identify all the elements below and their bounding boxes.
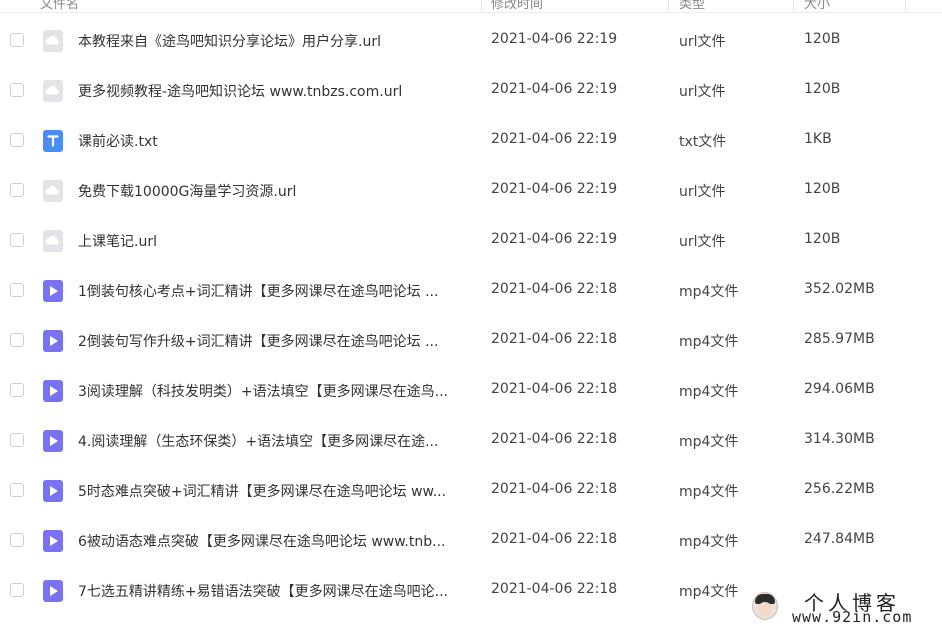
- row-checkbox[interactable]: [10, 283, 24, 297]
- url-file-icon: [43, 180, 63, 202]
- file-name[interactable]: 6被动语态难点突破【更多网课尽在途鸟吧论坛 www.tnb...: [78, 531, 473, 551]
- file-modified: 2021-04-06 22:19: [491, 31, 618, 47]
- row-checkbox[interactable]: [10, 533, 24, 547]
- video-file-icon: [43, 530, 63, 552]
- video-file-icon: [43, 480, 63, 502]
- file-name[interactable]: 1倒装句核心考点+词汇精讲【更多网课尽在途鸟吧论坛 ...: [78, 281, 473, 301]
- file-size: 285.97MB: [804, 331, 875, 347]
- file-row[interactable]: 本教程来自《途鸟吧知识分享论坛》用户分享.url 2021-04-06 22:19…: [0, 16, 942, 66]
- column-header-type[interactable]: 类型: [679, 0, 705, 12]
- file-name[interactable]: 更多视频教程-途鸟吧知识论坛 www.tnbzs.com.url: [78, 81, 473, 101]
- file-list-header: 文件名 修改时间 类型 大小: [0, 0, 942, 13]
- file-name[interactable]: 3阅读理解（科技发明类）+语法填空【更多网课尽在途鸟...: [78, 381, 473, 401]
- file-row[interactable]: 课前必读.txt 2021-04-06 22:19 txt文件 1KB: [0, 116, 942, 166]
- file-type: mp4文件: [679, 384, 739, 400]
- file-modified: 2021-04-06 22:19: [491, 231, 618, 247]
- column-divider: [668, 0, 669, 12]
- file-size: 120B: [804, 81, 841, 97]
- file-modified: 2021-04-06 22:18: [491, 331, 618, 347]
- file-type: txt文件: [679, 134, 727, 150]
- file-row[interactable]: 更多视频教程-途鸟吧知识论坛 www.tnbzs.com.url 2021-04-…: [0, 66, 942, 116]
- file-row[interactable]: 上课笔记.url 2021-04-06 22:19 url文件 120B: [0, 216, 942, 266]
- file-row[interactable]: 6被动语态难点突破【更多网课尽在途鸟吧论坛 www.tnb... 2021-04-…: [0, 516, 942, 566]
- file-row[interactable]: 5时态难点突破+词汇精讲【更多网课尽在途鸟吧论坛 ww... 2021-04-06…: [0, 466, 942, 516]
- file-modified: 2021-04-06 22:18: [491, 281, 618, 297]
- file-type: url文件: [679, 234, 726, 250]
- file-name[interactable]: 5时态难点突破+词汇精讲【更多网课尽在途鸟吧论坛 ww...: [78, 481, 473, 501]
- video-file-icon: [43, 580, 63, 602]
- file-size: 1KB: [804, 131, 832, 147]
- file-modified: 2021-04-06 22:18: [491, 531, 618, 547]
- row-checkbox[interactable]: [10, 583, 24, 597]
- url-file-icon: [43, 80, 63, 102]
- file-name[interactable]: 上课笔记.url: [78, 231, 473, 251]
- file-size: 294.06MB: [804, 381, 875, 397]
- file-modified: 2021-04-06 22:18: [491, 431, 618, 447]
- row-checkbox[interactable]: [10, 333, 24, 347]
- file-size: 247.84MB: [804, 531, 875, 547]
- file-row[interactable]: 3阅读理解（科技发明类）+语法填空【更多网课尽在途鸟... 2021-04-06 …: [0, 366, 942, 416]
- file-modified: 2021-04-06 22:18: [491, 581, 618, 597]
- file-name[interactable]: 7七选五精讲精练+易错语法突破【更多网课尽在途鸟吧论...: [78, 581, 473, 601]
- file-size: 256.22MB: [804, 481, 875, 497]
- video-file-icon: [43, 280, 63, 302]
- file-size: 314.30MB: [804, 431, 875, 447]
- avatar-icon: [752, 592, 778, 620]
- row-checkbox[interactable]: [10, 433, 24, 447]
- file-name[interactable]: 本教程来自《途鸟吧知识分享论坛》用户分享.url: [78, 31, 473, 51]
- file-name[interactable]: 课前必读.txt: [78, 131, 473, 151]
- file-size: 120B: [804, 231, 841, 247]
- column-divider: [905, 0, 906, 12]
- file-row[interactable]: 2倒装句写作升级+词汇精讲【更多网课尽在途鸟吧论坛 ... 2021-04-06 …: [0, 316, 942, 366]
- file-row[interactable]: 免费下载10000G海量学习资源.url 2021-04-06 22:19 url文…: [0, 166, 942, 216]
- file-type: mp4文件: [679, 534, 739, 550]
- file-type: mp4文件: [679, 484, 739, 500]
- column-divider: [481, 0, 482, 12]
- file-size: 352.02MB: [804, 281, 875, 297]
- file-row[interactable]: 4.阅读理解（生态环保类）+语法填空【更多网课尽在途... 2021-04-06 …: [0, 416, 942, 466]
- file-modified: 2021-04-06 22:19: [491, 81, 618, 97]
- column-header-name[interactable]: 文件名: [40, 0, 79, 12]
- row-checkbox[interactable]: [10, 83, 24, 97]
- file-modified: 2021-04-06 22:19: [491, 181, 618, 197]
- watermark: 个人博客 www.92in.com: [748, 584, 942, 628]
- file-type: mp4文件: [679, 434, 739, 450]
- url-file-icon: [43, 230, 63, 252]
- file-name[interactable]: 2倒装句写作升级+词汇精讲【更多网课尽在途鸟吧论坛 ...: [78, 331, 473, 351]
- row-checkbox[interactable]: [10, 133, 24, 147]
- video-file-icon: [43, 430, 63, 452]
- file-type: mp4文件: [679, 584, 739, 600]
- file-type: url文件: [679, 184, 726, 200]
- video-file-icon: [43, 330, 63, 352]
- row-checkbox[interactable]: [10, 483, 24, 497]
- file-size: 120B: [804, 181, 841, 197]
- row-checkbox[interactable]: [10, 233, 24, 247]
- column-divider: [793, 0, 794, 12]
- row-checkbox[interactable]: [10, 383, 24, 397]
- file-modified: 2021-04-06 22:19: [491, 131, 618, 147]
- file-modified: 2021-04-06 22:18: [491, 381, 618, 397]
- file-size: 120B: [804, 31, 841, 47]
- file-name[interactable]: 免费下载10000G海量学习资源.url: [78, 181, 473, 201]
- file-type: mp4文件: [679, 334, 739, 350]
- row-checkbox[interactable]: [10, 33, 24, 47]
- file-type: mp4文件: [679, 284, 739, 300]
- row-checkbox[interactable]: [10, 183, 24, 197]
- file-type: url文件: [679, 84, 726, 100]
- column-header-size[interactable]: 大小: [804, 0, 830, 12]
- txt-file-icon: [43, 130, 63, 152]
- watermark-url: www.92in.com: [792, 608, 913, 626]
- file-modified: 2021-04-06 22:18: [491, 481, 618, 497]
- column-header-modified[interactable]: 修改时间: [491, 0, 543, 12]
- video-file-icon: [43, 380, 63, 402]
- file-row[interactable]: 1倒装句核心考点+词汇精讲【更多网课尽在途鸟吧论坛 ... 2021-04-06 …: [0, 266, 942, 316]
- file-type: url文件: [679, 34, 726, 50]
- url-file-icon: [43, 30, 63, 52]
- file-name[interactable]: 4.阅读理解（生态环保类）+语法填空【更多网课尽在途...: [78, 431, 473, 451]
